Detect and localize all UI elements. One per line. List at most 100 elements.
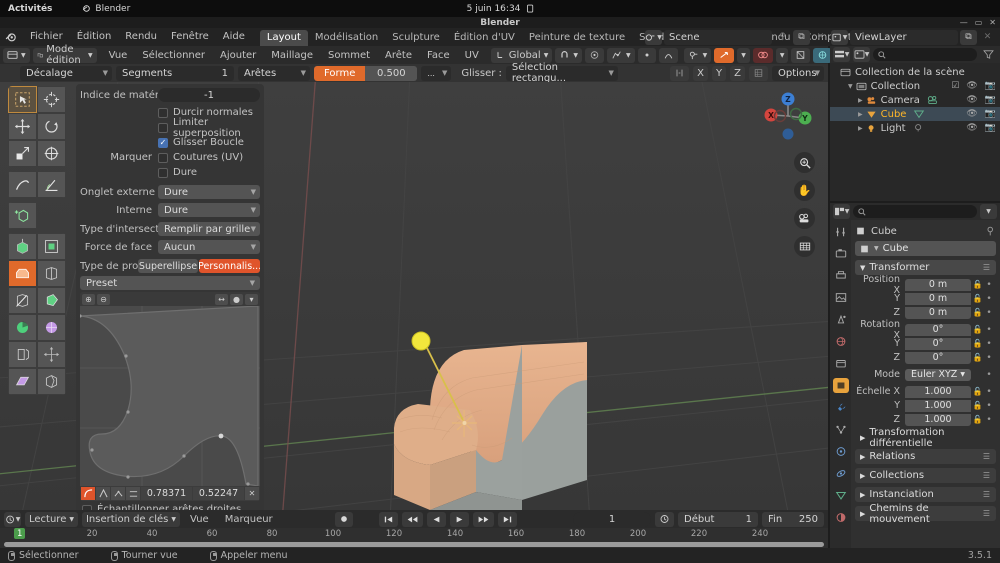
drag-action-dropdown[interactable]: Sélection rectangu... ▼ [505, 62, 618, 84]
viewlayer-unlink-x-icon[interactable]: ✕ [979, 30, 996, 45]
spin-tool-button[interactable] [8, 314, 37, 341]
world-tab[interactable] [833, 334, 849, 349]
jump-start-icon[interactable] [378, 511, 398, 527]
show-gizmo-icon[interactable]: ▼ [683, 47, 712, 63]
options-dropdown[interactable]: Options ▼ [772, 65, 824, 81]
menu-vue[interactable]: Vue [103, 50, 134, 61]
menu-uv[interactable]: UV [459, 50, 485, 61]
collection-checkbox[interactable]: ☑ [951, 81, 959, 91]
pan-hand-icon[interactable]: ✋ [794, 180, 815, 201]
curve-point-x-value[interactable]: 0.78371 [141, 487, 192, 500]
annotate-tool-button[interactable] [8, 171, 37, 198]
end-frame-field[interactable]: Fin 250 [762, 511, 825, 527]
animate-dot-icon[interactable]: • [984, 401, 994, 411]
keying-dropdown[interactable]: Insertion de clés ▼ [81, 511, 181, 527]
transform-tool-button[interactable] [37, 140, 66, 167]
play-reverse-icon[interactable] [426, 511, 446, 527]
animate-dot-icon[interactable]: • [984, 280, 994, 290]
timeline-scrollbar[interactable] [4, 542, 824, 547]
scene-tab[interactable] [833, 312, 849, 327]
proportional-edit-icon[interactable] [584, 47, 604, 63]
delete-point-icon[interactable]: ⊖ [97, 293, 110, 305]
scale-tool-button[interactable] [8, 140, 37, 167]
extra-dropdown[interactable]: ... ▼ [421, 65, 452, 81]
animate-dot-icon[interactable]: • [984, 339, 994, 349]
rip-region-tool-button[interactable] [37, 368, 66, 395]
eye-icon[interactable]: 👁 [966, 123, 977, 133]
timeline-ruler[interactable]: 1 20 40 60 80 100 120 140 160 180 200 22… [0, 528, 828, 541]
constraints-tab[interactable] [833, 466, 849, 481]
wireframe-shading-icon[interactable] [791, 47, 811, 63]
transform-panel-header[interactable]: ▼ Transformer ☰ [855, 260, 996, 275]
panel-drag-handle[interactable]: ☰ [983, 263, 990, 272]
outliner-display-icon[interactable]: ▼ [833, 47, 850, 62]
close-button[interactable]: ✕ [989, 18, 996, 27]
bevel-mode-dropdown[interactable]: Décalage ▼ [20, 65, 112, 81]
expand-triangle-icon[interactable]: ▶ [858, 111, 863, 118]
lock-icon[interactable]: 🔓 [971, 339, 984, 348]
xray-chevron-icon[interactable]: ▼ [775, 47, 789, 63]
properties-search-input[interactable] [853, 205, 977, 218]
lock-icon[interactable]: 🔓 [971, 280, 984, 289]
knife-tool-button[interactable] [8, 287, 37, 314]
tab-peinture-texture[interactable]: Peinture de texture [522, 30, 632, 46]
delete-point-x-icon[interactable]: ✕ [245, 487, 259, 500]
affect-dropdown[interactable]: Arêtes ▼ [238, 65, 310, 81]
sync-clock-icon[interactable] [655, 511, 675, 527]
camera-icon[interactable] [794, 208, 815, 229]
lock-icon[interactable]: 🔓 [971, 325, 984, 334]
snap-curve-icon[interactable] [658, 47, 678, 63]
snap-icon[interactable]: ● [230, 293, 243, 305]
collection-tab[interactable] [833, 356, 849, 371]
object-id-block[interactable]: ▼ Cube [855, 241, 996, 256]
cursor-tool-button[interactable] [37, 86, 66, 113]
scene-name-field[interactable]: Scene [664, 29, 772, 45]
animate-dot-icon[interactable]: • [984, 325, 994, 335]
eye-icon[interactable]: 👁 [966, 95, 977, 105]
clamp-overlap-row[interactable]: Limiter superposition [76, 117, 264, 139]
tool-tab[interactable] [833, 224, 849, 239]
viewlayer-name-field[interactable]: ViewLayer [850, 29, 958, 45]
bevel-tool-button[interactable] [8, 260, 37, 287]
minimize-button[interactable]: — [960, 18, 968, 27]
extrude-region-tool-button[interactable] [8, 233, 37, 260]
mark-seams-row[interactable]: Marquer Coutures (UV) [76, 150, 264, 165]
lock-icon[interactable]: 🔓 [971, 387, 984, 396]
particles-tab[interactable] [833, 422, 849, 437]
rotation-y-field[interactable]: 0° [905, 337, 971, 350]
gnome-activities-button[interactable]: Activités [8, 4, 52, 14]
lock-icon[interactable]: 🔓 [971, 401, 984, 410]
shear-tool-button[interactable] [8, 368, 37, 395]
view-layer-tab[interactable] [833, 290, 849, 305]
lock-icon[interactable]: 🔓 [971, 353, 984, 362]
rotation-x-field[interactable]: 0° [905, 323, 971, 336]
menu-maillage[interactable]: Maillage [265, 50, 319, 61]
segments-field[interactable]: Segments 1 [116, 65, 234, 81]
menu-sommet[interactable]: Sommet [322, 50, 376, 61]
pin-icon[interactable]: ⚲ [774, 30, 791, 45]
timeline-menu-vue[interactable]: Vue [184, 514, 215, 525]
menu-ajouter[interactable]: Ajouter [214, 50, 262, 61]
handle-align-icon[interactable] [111, 487, 125, 500]
loop-cut-tool-button[interactable] [37, 260, 66, 287]
gnome-app-indicator[interactable]: Blender [82, 4, 130, 14]
tab-layout[interactable]: Layout [259, 30, 308, 46]
outliner-scene-collection-row[interactable]: Collection de la scène [830, 65, 1000, 79]
outliner-filter-mode-icon[interactable]: ▼ [853, 47, 870, 62]
poly-build-tool-button[interactable] [37, 287, 66, 314]
handle-auto-icon[interactable] [81, 487, 95, 500]
timeline-editor-icon[interactable]: ▼ [4, 511, 21, 527]
instancing-panel-header[interactable]: ▶ Instanciation ☰ [855, 487, 996, 502]
scene-new-copy-icon[interactable]: ⧉ [793, 29, 810, 45]
mark-seams-checkbox[interactable] [158, 152, 168, 163]
animate-dot-icon[interactable]: • [984, 294, 994, 304]
rotation-z-field[interactable]: 0° [905, 351, 971, 364]
shape-field[interactable]: Forme 0.500 [314, 65, 418, 81]
animate-dot-icon[interactable]: • [984, 308, 994, 318]
motion-paths-panel-header[interactable]: ▶ Chemins de mouvement ☰ [855, 503, 996, 525]
tweak-tool-button[interactable] [8, 86, 37, 113]
camera-render-icon[interactable]: 📷 [985, 95, 996, 105]
profile-curve-canvas[interactable] [80, 306, 260, 486]
intersection-type-dropdown[interactable]: Remplir par grille ▼ [158, 222, 260, 236]
camera-render-icon[interactable]: 📷 [985, 123, 996, 133]
